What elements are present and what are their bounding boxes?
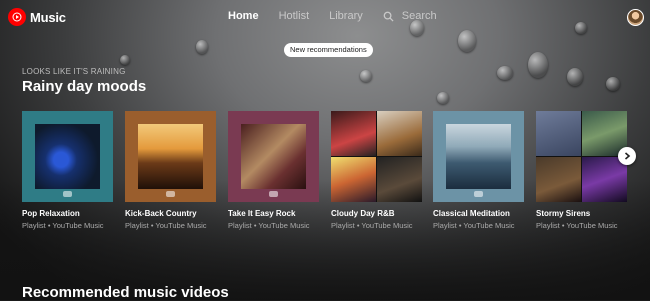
artwork-image xyxy=(138,124,203,189)
card-subtitle: Playlist • YouTube Music xyxy=(536,221,618,230)
youtube-small-icon xyxy=(474,191,483,197)
playlist-card[interactable]: Cloudy Day R&B Playlist • YouTube Music xyxy=(331,111,422,230)
youtube-small-icon xyxy=(63,191,72,197)
artwork-collage xyxy=(331,111,422,202)
rain-drop xyxy=(120,55,130,65)
nav-home[interactable]: Home xyxy=(228,10,259,22)
playlist-card[interactable]: Pop Relaxation Playlist • YouTube Music xyxy=(22,111,113,230)
app-name: Music xyxy=(30,9,66,25)
card-subtitle: Playlist • YouTube Music xyxy=(22,221,104,230)
playlist-artwork xyxy=(536,111,627,202)
playlist-card[interactable]: Classical Meditation Playlist • YouTube … xyxy=(433,111,524,230)
card-subtitle: Playlist • YouTube Music xyxy=(433,221,515,230)
rain-drop xyxy=(196,40,208,54)
search-icon xyxy=(383,11,394,22)
rain-drop xyxy=(528,52,548,78)
avatar[interactable] xyxy=(627,9,644,26)
collage-tile xyxy=(536,157,581,202)
section-title: Recommended music videos xyxy=(22,284,229,301)
playlist-artwork xyxy=(125,111,216,202)
nav-hotlist[interactable]: Hotlist xyxy=(279,10,310,22)
search-label: Search xyxy=(401,10,437,22)
card-title[interactable]: Kick-Back Country xyxy=(125,209,216,218)
rain-drop xyxy=(360,70,372,82)
youtube-small-icon xyxy=(166,191,175,197)
artwork-collage xyxy=(536,111,627,202)
card-title[interactable]: Take It Easy Rock xyxy=(228,209,319,218)
playlist-card[interactable]: Take It Easy Rock Playlist • YouTube Mus… xyxy=(228,111,319,230)
shelf-title: Rainy day moods xyxy=(22,78,147,95)
card-title[interactable]: Classical Meditation xyxy=(433,209,524,218)
card-title[interactable]: Cloudy Day R&B xyxy=(331,209,422,218)
search-button[interactable]: Search xyxy=(383,10,437,22)
rain-drop xyxy=(606,77,620,91)
next-button[interactable] xyxy=(618,147,636,165)
new-recommendations-banner[interactable]: New recommendations xyxy=(284,43,373,57)
top-bar: Music Home Hotlist Library Search xyxy=(0,0,650,34)
playlist-card[interactable]: Kick-Back Country Playlist • YouTube Mus… xyxy=(125,111,216,230)
playlist-artwork xyxy=(331,111,422,202)
playlist-artwork xyxy=(433,111,524,202)
app-logo[interactable]: Music xyxy=(8,8,66,26)
rain-drop xyxy=(437,92,449,104)
card-subtitle: Playlist • YouTube Music xyxy=(228,221,310,230)
card-title[interactable]: Pop Relaxation xyxy=(22,209,113,218)
collage-tile xyxy=(331,157,376,202)
playlist-artwork xyxy=(228,111,319,202)
nav-library[interactable]: Library xyxy=(329,10,363,22)
playlist-artwork xyxy=(22,111,113,202)
collage-tile xyxy=(331,111,376,156)
collage-tile xyxy=(582,157,627,202)
collage-tile xyxy=(536,111,581,156)
artwork-image xyxy=(446,124,511,189)
shelf-eyebrow: LOOKS LIKE IT'S RAINING xyxy=(22,67,126,76)
chevron-right-icon xyxy=(624,152,631,160)
youtube-music-logo-icon xyxy=(8,8,26,26)
rain-drop xyxy=(567,68,583,86)
card-title[interactable]: Stormy Sirens xyxy=(536,209,627,218)
collage-tile xyxy=(377,111,422,156)
card-subtitle: Playlist • YouTube Music xyxy=(125,221,207,230)
rain-drop xyxy=(497,66,513,80)
artwork-image xyxy=(35,124,100,189)
playlist-card[interactable]: Stormy Sirens Playlist • YouTube Music xyxy=(536,111,627,230)
collage-tile xyxy=(377,157,422,202)
card-subtitle: Playlist • YouTube Music xyxy=(331,221,413,230)
youtube-small-icon xyxy=(269,191,278,197)
artwork-image xyxy=(241,124,306,189)
main-nav: Home Hotlist Library Search xyxy=(228,10,437,22)
